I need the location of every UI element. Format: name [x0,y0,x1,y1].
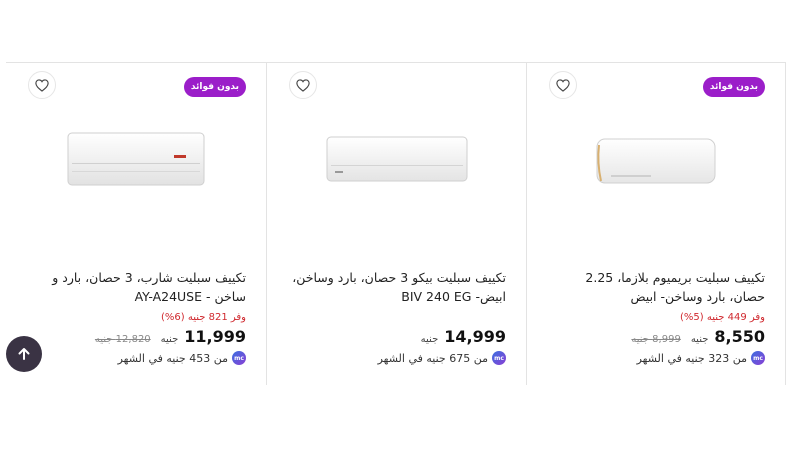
wishlist-button[interactable] [28,71,56,99]
product-image[interactable] [595,137,717,187]
arrow-up-icon [18,348,30,360]
heart-icon [35,78,49,92]
heart-icon [556,78,570,92]
product-title[interactable]: تكييف سبليت بيكو 3 حصان، بارد وساخن، ابي… [291,268,506,306]
product-image[interactable] [325,135,469,185]
product-title[interactable]: تكييف سبليت بريميوم بلازما، 2.25 حصان، ب… [550,268,765,306]
no-interest-badge: بدون فوائد [702,77,765,97]
installment-info: mc من 323 جنيه في الشهر [637,351,765,365]
price-row: 14,999 جنيه [421,327,506,346]
heart-icon [296,78,310,92]
mc-icon: mc [751,351,765,365]
mc-icon: mc [232,351,246,365]
savings-label: وفر 449 جنيه (5%) [679,312,765,323]
current-price: 14,999 [444,327,506,346]
scroll-to-top-button[interactable] [6,336,42,372]
currency: جنيه [690,334,709,345]
mc-icon: mc [492,351,506,365]
product-title[interactable]: تكييف سبليت شارب، 3 حصان، بارد و ساخن - … [31,268,246,306]
product-card[interactable]: بدون فوائد تكييف سبليت شارب، 3 حصان، بار… [6,63,266,385]
installment-text: من 675 جنيه في الشهر [377,351,488,365]
old-price: 12,820 جنيه [94,334,151,345]
installment-info: mc من 453 جنيه في الشهر [118,351,246,365]
currency: جنيه [420,334,439,345]
product-image[interactable] [66,131,206,189]
installment-info: mc من 675 جنيه في الشهر [378,351,506,365]
savings-label: وفر 821 جنيه (6%) [160,312,246,323]
product-card[interactable]: تكييف سبليت بيكو 3 حصان، بارد وساخن، ابي… [266,63,526,385]
price-row: 8,550 جنيه 8,999 جنيه [631,327,765,346]
old-price: 8,999 جنيه [631,334,681,345]
product-grid: بدون فوائد تكييف سبليت بريميوم بلازما، 2… [6,62,786,385]
current-price: 8,550 [714,327,765,346]
price-row: 11,999 جنيه 12,820 جنيه [95,327,246,346]
current-price: 11,999 [184,327,246,346]
installment-text: من 323 جنيه في الشهر [636,351,747,365]
no-interest-badge: بدون فوائد [183,77,246,97]
currency: جنيه [160,334,179,345]
product-card[interactable]: بدون فوائد تكييف سبليت بريميوم بلازما، 2… [526,63,786,385]
wishlist-button[interactable] [289,71,317,99]
installment-text: من 453 جنيه في الشهر [117,351,228,365]
wishlist-button[interactable] [549,71,577,99]
